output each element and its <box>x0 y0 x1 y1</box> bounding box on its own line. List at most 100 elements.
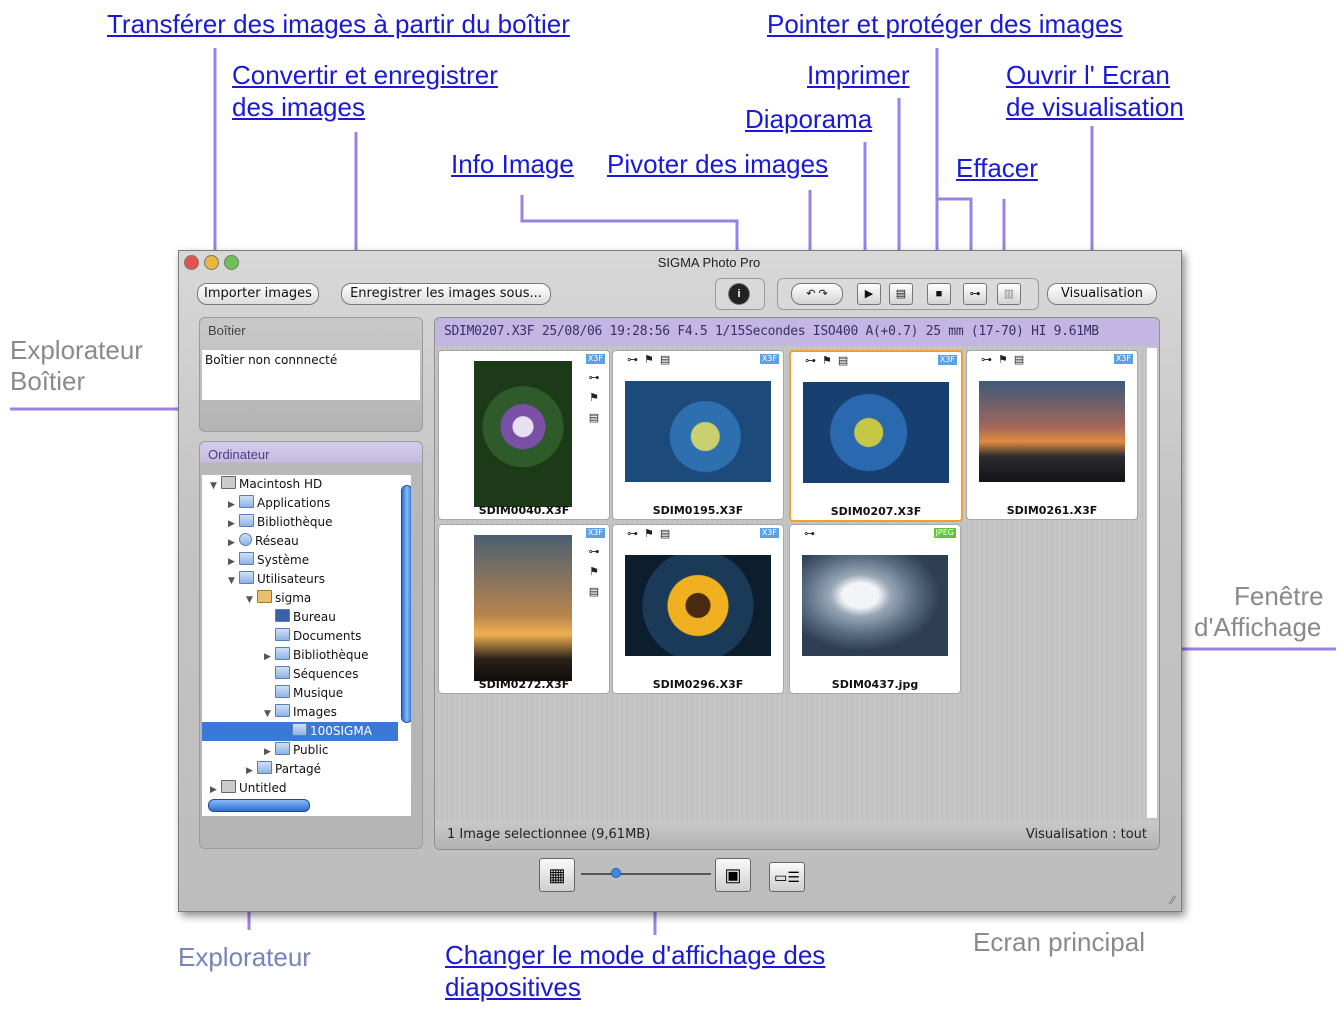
save-images-as-button[interactable]: Enregistrer les images sous... <box>341 283 551 305</box>
thumbnail[interactable]: ⊶ JPEG SDIM0437.jpg <box>789 524 961 694</box>
rotate-icon[interactable]: ↶ ↷ <box>791 283 843 305</box>
tree-item-applications[interactable]: ▶ Applications <box>228 494 330 513</box>
thumbnail[interactable]: ⊶⚑▤ X3F SDIM0296.X3F <box>612 524 784 694</box>
status-icons: ⊶⚑▤ <box>805 355 855 367</box>
tree-item-untitled[interactable]: ▶ Untitled <box>210 779 286 798</box>
annotation-camera-explorer-2: Boîtier <box>10 366 86 396</box>
x3f-badge: X3F <box>759 528 779 538</box>
mark-icon[interactable]: ■ <box>927 283 951 305</box>
tree-item-100sigma[interactable]: 100SIGMA <box>202 722 398 741</box>
import-images-button[interactable]: Importer images <box>197 283 319 305</box>
status-icons: ⊶⚑▤ <box>588 546 600 598</box>
x3f-badge: X3F <box>585 354 605 364</box>
disclosure-closed-icon[interactable]: ▶ <box>210 781 221 800</box>
annotation-change-mode-1[interactable]: Changer le mode d'affichage des <box>445 940 825 971</box>
play-icon[interactable]: ▶ <box>857 283 881 305</box>
x3f-badge: X3F <box>585 528 605 538</box>
annotation-open-viewer-2[interactable]: de visualisation <box>1006 92 1184 123</box>
photo-sunset-city <box>979 381 1125 482</box>
photo-fish-1 <box>625 381 771 482</box>
annotation-slideshow[interactable]: Diaporama <box>745 104 872 135</box>
camera-list[interactable]: Boîtier non connnecté <box>202 350 420 400</box>
thumbnail[interactable]: ⊶⚑▤ X3F SDIM0261.X3F <box>966 350 1138 520</box>
viewer-status-bar: 1 Image selectionnee (9,61MB) Visualisat… <box>435 821 1159 849</box>
thumbnail-size-slider[interactable] <box>581 873 711 875</box>
tree-horizontal-scrollbar[interactable] <box>208 799 310 812</box>
folder-icon <box>239 495 254 508</box>
annotation-convert-2[interactable]: des images <box>232 92 365 123</box>
disclosure-open-icon[interactable]: ▼ <box>246 591 257 610</box>
grid-view-icon[interactable]: ▦ <box>539 858 575 892</box>
folder-icon <box>275 704 290 717</box>
tree-item-movies[interactable]: Séquences <box>275 665 358 684</box>
tree-item-network[interactable]: ▶ Réseau <box>228 532 299 551</box>
x3f-badge: X3F <box>1113 354 1133 364</box>
tree-item-sigma[interactable]: ▼ sigma <box>246 589 311 608</box>
status-icons: ⊶⚑▤ <box>627 528 677 540</box>
annotation-info-image[interactable]: Info Image <box>451 149 574 180</box>
trash-icon[interactable]: ▥ <box>997 283 1021 305</box>
thumbnail-caption: SDIM0437.jpg <box>831 678 919 691</box>
home-icon <box>257 590 272 603</box>
tree-item-desktop[interactable]: Bureau <box>275 608 336 627</box>
photo-sunset-sky <box>474 535 572 681</box>
print-icon[interactable]: ▤ <box>889 283 913 305</box>
annotation-transfer[interactable]: Transférer des images à partir du boîtie… <box>107 9 570 40</box>
status-icons: ⊶⚑▤ <box>981 354 1031 366</box>
view-filter-status: Visualisation : tout <box>1025 827 1147 842</box>
single-view-icon[interactable]: ▣ <box>715 858 751 892</box>
tree-vertical-scrollbar[interactable] <box>400 481 411 801</box>
disclosure-open-icon[interactable]: ▼ <box>228 572 239 591</box>
window-titlebar: SIGMA Photo Pro <box>179 251 1181 273</box>
annotation-change-mode-2[interactable]: diapositives <box>445 972 581 1003</box>
disk-icon <box>221 780 236 793</box>
thumbnail[interactable]: ⊶⚑▤ X3F SDIM0195.X3F <box>612 350 784 520</box>
tree-item-macintosh-hd[interactable]: ▼ Macintosh HD <box>210 475 322 494</box>
key-icon[interactable]: ⊶ <box>963 283 987 305</box>
tree-item-system[interactable]: ▶ Système <box>228 551 309 570</box>
annotation-main-screen: Ecran principal <box>973 927 1145 957</box>
tree-item-user-library[interactable]: ▶ Bibliothèque <box>264 646 369 665</box>
computer-panel: Ordinateur ▼ Macintosh HD ▶ Applications ▶… <box>199 441 423 849</box>
tree-item-library[interactable]: ▶ Bibliothèque <box>228 513 333 532</box>
folder-icon <box>275 666 290 679</box>
scroll-thumb[interactable] <box>401 485 411 723</box>
disclosure-open-icon[interactable]: ▼ <box>210 477 221 496</box>
annotation-display-window-1: Fenêtre <box>1234 581 1324 611</box>
folder-icon <box>239 514 254 527</box>
tree-item-pictures[interactable]: ▼ Images <box>264 703 337 722</box>
selection-status: 1 Image selectionnee (9,61MB) <box>447 827 651 842</box>
thumbnail[interactable]: X3F ⊶ ⚑ ▤ SDIM0272.X3F <box>438 524 610 694</box>
annotation-camera-explorer-1: Explorateur <box>10 335 143 365</box>
x3f-badge: X3F <box>937 355 957 365</box>
annotation-delete[interactable]: Effacer <box>956 153 1038 184</box>
camera-panel-title: Boîtier <box>208 323 246 338</box>
annotation-open-viewer-1[interactable]: Ouvrir l' Ecran <box>1006 60 1170 91</box>
slider-knob[interactable] <box>611 868 621 878</box>
tree-item-public[interactable]: ▶ Public <box>264 741 329 760</box>
annotation-convert-1[interactable]: Convertir et enregistrer <box>232 60 498 91</box>
tree-item-shared[interactable]: ▶ Partagé <box>246 760 321 779</box>
info-icon[interactable]: i <box>728 283 750 305</box>
folder-icon <box>239 552 254 565</box>
disclosure-closed-icon[interactable]: ▶ <box>264 648 275 667</box>
tree-item-documents[interactable]: Documents <box>275 627 361 646</box>
photo-fish-2 <box>803 382 949 483</box>
visualisation-button[interactable]: Visualisation <box>1047 283 1157 305</box>
image-viewer: SDIM0207.X3F 25/08/06 19:28:56 F4.5 1/15… <box>434 317 1160 850</box>
tree-item-music[interactable]: Musique <box>275 684 343 703</box>
thumbnail-selected[interactable]: ⊶⚑▤ X3F SDIM0207.X3F <box>789 350 963 522</box>
list-view-icon[interactable]: ▭☰ <box>769 862 805 892</box>
folder-icon <box>275 685 290 698</box>
tree-item-users[interactable]: ▼ Utilisateurs <box>228 570 325 589</box>
annotation-mark-protect[interactable]: Pointer et protéger des images <box>767 9 1123 40</box>
viewer-scrollbar[interactable] <box>1147 348 1157 818</box>
folder-icon <box>239 571 254 584</box>
annotation-print[interactable]: Imprimer <box>807 60 910 91</box>
main-window: SIGMA Photo Pro Importer images Enregist… <box>178 250 1182 912</box>
folder-tree[interactable]: ▼ Macintosh HD ▶ Applications ▶ Bibliothèqu… <box>202 475 411 816</box>
resize-grip-icon[interactable]: ⁄⁄ <box>1171 893 1175 907</box>
thumbnail[interactable]: X3F ⊶ ⚑ ▤ SDIM0040.X3F <box>438 350 610 520</box>
folder-icon <box>275 647 290 660</box>
annotation-rotate[interactable]: Pivoter des images <box>607 149 828 180</box>
